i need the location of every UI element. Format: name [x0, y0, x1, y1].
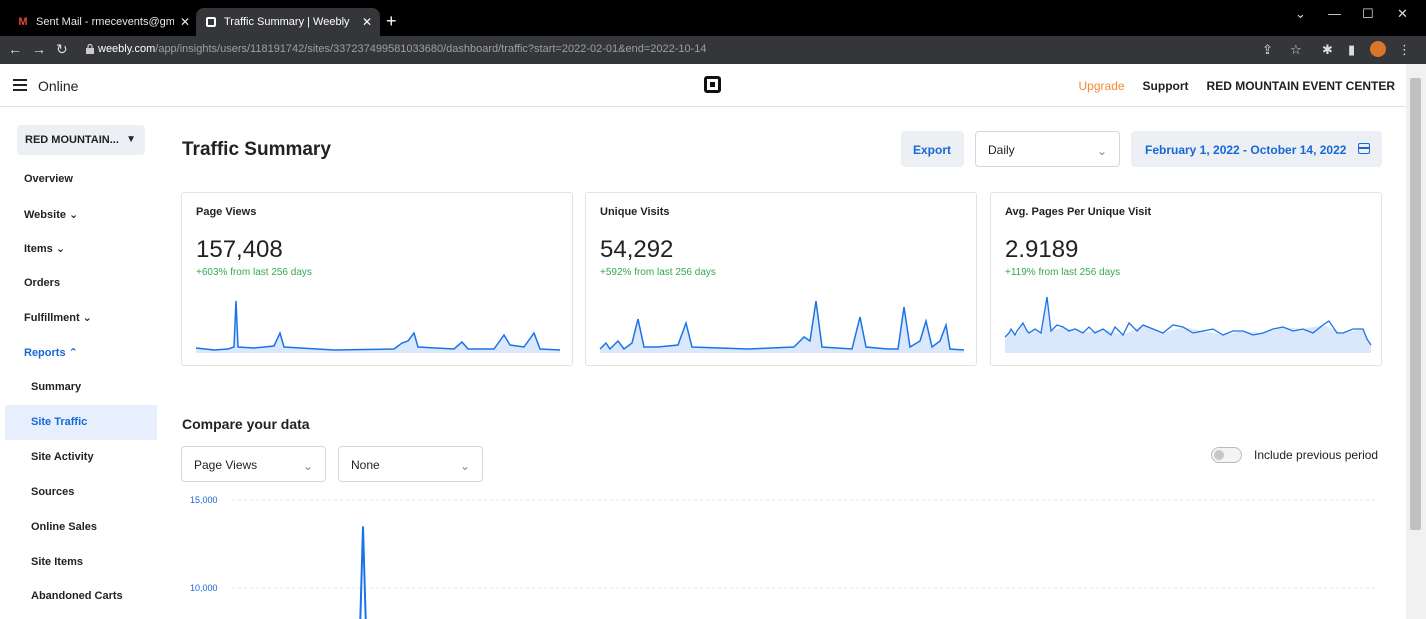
card-label: Unique Visits — [600, 206, 670, 218]
url-field[interactable]: weebly.com/app/insights/users/118191742/… — [98, 43, 707, 55]
scrollbar-thumb[interactable] — [1410, 78, 1421, 530]
sidebar-subitem-site-items[interactable]: Site Items — [31, 556, 83, 568]
star-icon[interactable]: ☆ — [1290, 42, 1302, 58]
card-value: 2.9189 — [1005, 236, 1079, 263]
support-link[interactable]: Support — [1143, 79, 1189, 93]
square-logo[interactable] — [704, 76, 721, 93]
sidebar-subitem-site-activity[interactable]: Site Activity — [31, 451, 94, 463]
square-icon — [204, 15, 218, 29]
chevron-down-icon: ⌄ — [82, 312, 92, 324]
chevron-up-icon: ⌃ — [68, 347, 78, 359]
card-label: Avg. Pages Per Unique Visit — [1005, 206, 1152, 218]
browser-tab-gmail[interactable]: M Sent Mail - rmecevents@gmail.c ✕ — [8, 8, 198, 36]
stat-card-avg-pages: Avg. Pages Per Unique Visit 2.9189 +119%… — [990, 192, 1382, 366]
account-name[interactable]: RED MOUNTAIN EVENT CENTER — [1207, 79, 1395, 93]
new-tab-icon[interactable]: + — [386, 12, 397, 30]
forward-icon[interactable]: → — [32, 41, 46, 57]
card-delta: +603% from last 256 days — [196, 267, 312, 278]
sparkline-unique-visits — [599, 300, 964, 353]
menu-label[interactable]: Online — [38, 78, 78, 94]
sidebar-subitem-abandoned-carts[interactable]: Abandoned Carts — [31, 590, 123, 602]
upgrade-link[interactable]: Upgrade — [1079, 79, 1125, 93]
browser-tab-strip: M Sent Mail - rmecevents@gmail.c ✕ Traff… — [0, 0, 1426, 36]
back-icon[interactable]: ← — [8, 41, 22, 57]
chevron-down-icon: ⌄ — [69, 209, 79, 221]
close-tab-icon[interactable]: ✕ — [362, 15, 372, 29]
minimize-icon[interactable]: — — [1328, 6, 1341, 21]
reload-icon[interactable]: ↻ — [56, 41, 68, 58]
extensions-icon[interactable]: ✱ — [1322, 42, 1333, 58]
sidebar-item-reports[interactable]: Reports ⌃ — [24, 346, 78, 359]
gmail-icon: M — [18, 16, 28, 28]
card-value: 54,292 — [600, 236, 674, 263]
sidebar-subitem-sources[interactable]: Sources — [31, 486, 74, 498]
close-tab-icon[interactable]: ✕ — [180, 15, 190, 29]
sidebar-item-fulfillment[interactable]: Fulfillment ⌄ — [24, 311, 92, 324]
date-range-button[interactable]: February 1, 2022 - October 14, 2022 — [1131, 131, 1382, 167]
sidebar-item-orders[interactable]: Orders — [24, 277, 60, 289]
sidebar-item-overview[interactable]: Overview — [24, 173, 73, 185]
series-line — [359, 526, 367, 619]
sidebar-subitem-site-traffic[interactable]: Site Traffic — [5, 405, 157, 440]
site-picker[interactable]: RED MOUNTAIN... ▼ — [17, 125, 145, 155]
include-previous-label: Include previous period — [1254, 448, 1379, 462]
chevron-down-icon: ⌄ — [459, 459, 470, 473]
chevron-down-icon: ⌄ — [302, 459, 313, 473]
chevron-down-icon: ⌄ — [1096, 144, 1107, 158]
include-previous-toggle[interactable] — [1211, 447, 1242, 463]
maximize-icon[interactable]: ☐ — [1362, 6, 1374, 22]
browser-tab-traffic[interactable]: Traffic Summary | Weebly ✕ — [196, 8, 380, 36]
app-header: Online Upgrade Support RED MOUNTAIN EVEN… — [0, 64, 1406, 107]
lock-icon — [86, 44, 94, 54]
chevron-down-icon: ▼ — [126, 134, 136, 145]
compare-with-select[interactable]: None ⌄ — [338, 446, 483, 482]
compare-metric-select[interactable]: Page Views ⌄ — [181, 446, 326, 482]
close-window-icon[interactable]: ✕ — [1397, 6, 1408, 22]
interval-select[interactable]: Daily ⌄ — [975, 131, 1120, 167]
stat-card-unique-visits: Unique Visits 54,292 +592% from last 256… — [585, 192, 977, 366]
chevron-down-icon: ⌄ — [55, 243, 66, 255]
menu-dots-icon[interactable]: ⋮ — [1398, 42, 1411, 58]
y-tick-label: 10,000 — [190, 583, 218, 593]
sparkline-avg-pages — [1004, 296, 1372, 353]
sparkline-page-views — [195, 300, 560, 353]
y-tick-label: 15,000 — [190, 495, 218, 505]
stat-card-page-views: Page Views 157,408 +603% from last 256 d… — [181, 192, 573, 366]
sidebar-subitem-online-sales[interactable]: Online Sales — [31, 521, 97, 533]
calendar-icon — [1358, 143, 1370, 154]
page-title: Traffic Summary — [182, 139, 331, 160]
card-delta: +592% from last 256 days — [600, 267, 716, 278]
sidebar-subitem-summary[interactable]: Summary — [31, 381, 81, 393]
sidepanel-icon[interactable]: ▮ — [1348, 42, 1355, 58]
sidebar-item-items[interactable]: Items ⌄ — [24, 242, 65, 255]
card-label: Page Views — [196, 206, 257, 218]
hamburger-menu-icon[interactable] — [13, 79, 27, 91]
sidebar-item-website[interactable]: Website ⌄ — [24, 208, 78, 221]
compare-chart: 15,000 10,000 — [190, 495, 1377, 619]
chevron-down-icon[interactable]: ⌄ — [1295, 6, 1306, 22]
card-value: 157,408 — [196, 236, 283, 263]
page-scrollbar[interactable] — [1406, 64, 1426, 619]
card-delta: +119% from last 256 days — [1005, 267, 1121, 278]
export-button[interactable]: Export — [901, 131, 964, 167]
profile-avatar[interactable] — [1370, 41, 1386, 57]
compare-title: Compare your data — [182, 416, 310, 432]
share-icon[interactable]: ⇪ — [1262, 42, 1273, 58]
browser-address-bar: ← → ↻ weebly.com/app/insights/users/1181… — [0, 36, 1426, 64]
